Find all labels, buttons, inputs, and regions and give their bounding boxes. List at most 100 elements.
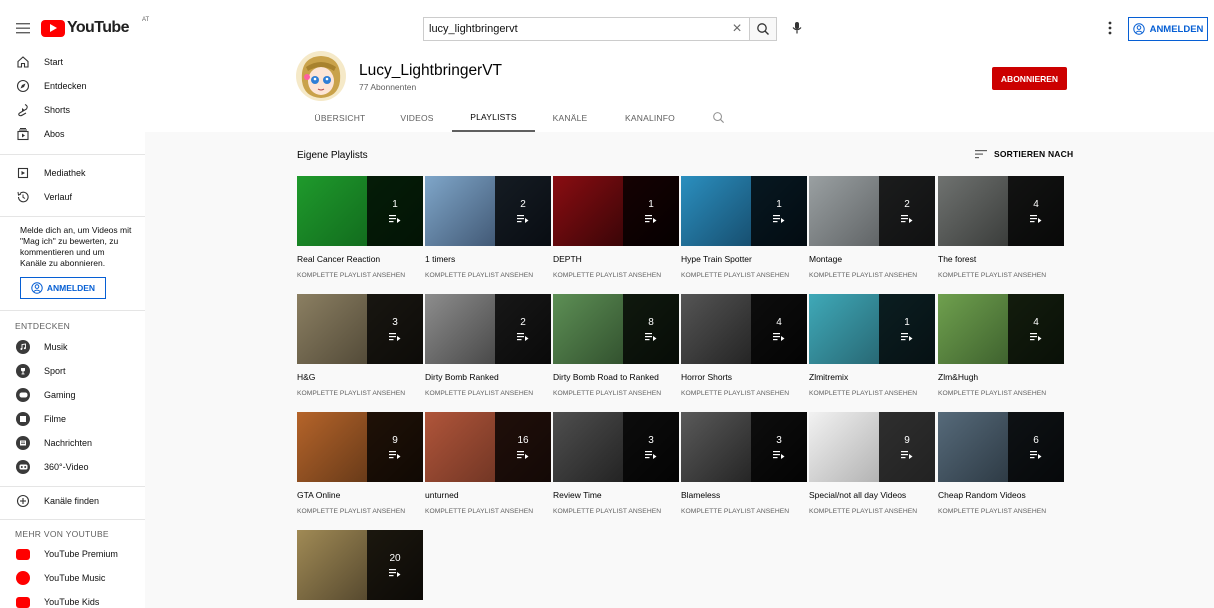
- playlist-card[interactable]: 9 GTA Online KOMPLETTE PLAYLIST ANSEHEN: [297, 412, 423, 515]
- playlist-title[interactable]: Blameless: [681, 490, 807, 500]
- subscribe-button[interactable]: ABONNIEREN: [992, 67, 1067, 90]
- playlist-card[interactable]: 9 Special/not all day Videos KOMPLETTE PLA…: [809, 412, 935, 515]
- search-input[interactable]: lucy_lightbringervt: [424, 23, 725, 35]
- playlist-title[interactable]: Dirty Bomb Road to Ranked: [553, 372, 679, 382]
- more-options-icon[interactable]: [1107, 20, 1113, 36]
- view-full-playlist-link[interactable]: KOMPLETTE PLAYLIST ANSEHEN: [553, 272, 679, 279]
- playlist-card[interactable]: 4 The forest KOMPLETTE PLAYLIST ANSEHEN: [938, 176, 1064, 279]
- tab-playlists[interactable]: PLAYLISTS: [452, 104, 535, 132]
- clear-icon[interactable]: ×: [725, 20, 749, 38]
- sidebar-item-youtube-premium[interactable]: YouTube Premium: [0, 543, 145, 565]
- playlist-card[interactable]: 1 Zlmitremix KOMPLETTE PLAYLIST ANSEHEN: [809, 294, 935, 397]
- playlist-card[interactable]: 3 H&G KOMPLETTE PLAYLIST ANSEHEN: [297, 294, 423, 397]
- playlist-card[interactable]: 1 Real Cancer Reaction KOMPLETTE PLAYLIST …: [297, 176, 423, 279]
- sidebar-item-news[interactable]: Nachrichten: [0, 432, 145, 454]
- playlist-title[interactable]: Hype Train Spotter: [681, 254, 807, 264]
- sidebar-item-360-video[interactable]: 360°-Video: [0, 456, 145, 478]
- playlist-card[interactable]: 20: [297, 530, 423, 600]
- view-full-playlist-link[interactable]: KOMPLETTE PLAYLIST ANSEHEN: [681, 272, 807, 279]
- playlist-title[interactable]: Special/not all day Videos: [809, 490, 935, 500]
- view-full-playlist-link[interactable]: KOMPLETTE PLAYLIST ANSEHEN: [553, 508, 679, 515]
- view-full-playlist-link[interactable]: KOMPLETTE PLAYLIST ANSEHEN: [809, 272, 935, 279]
- search-box[interactable]: lucy_lightbringervt ×: [423, 17, 749, 41]
- playlist-thumbnail[interactable]: 9: [809, 412, 935, 482]
- playlist-title[interactable]: Zlm&Hugh: [938, 372, 1064, 382]
- view-full-playlist-link[interactable]: KOMPLETTE PLAYLIST ANSEHEN: [425, 272, 551, 279]
- playlist-card[interactable]: 2 Dirty Bomb Ranked KOMPLETTE PLAYLIST ANS…: [425, 294, 551, 397]
- tab-channels[interactable]: KANÄLE: [538, 104, 602, 132]
- playlist-thumbnail[interactable]: 6: [938, 412, 1064, 482]
- playlist-card[interactable]: 3 Blameless KOMPLETTE PLAYLIST ANSEHEN: [681, 412, 807, 515]
- playlist-thumbnail[interactable]: 3: [681, 412, 807, 482]
- view-full-playlist-link[interactable]: KOMPLETTE PLAYLIST ANSEHEN: [425, 508, 551, 515]
- playlist-title[interactable]: Real Cancer Reaction: [297, 254, 423, 264]
- playlist-card[interactable]: 3 Review Time KOMPLETTE PLAYLIST ANSEHEN: [553, 412, 679, 515]
- playlist-thumbnail[interactable]: 1: [553, 176, 679, 246]
- sidebar-item-browse-channels[interactable]: Kanäle finden: [0, 490, 145, 512]
- search-button[interactable]: [749, 17, 777, 41]
- playlist-thumbnail[interactable]: 2: [809, 176, 935, 246]
- playlist-thumbnail[interactable]: 4: [938, 294, 1064, 364]
- playlist-title[interactable]: DEPTH: [553, 254, 679, 264]
- playlist-title[interactable]: The forest: [938, 254, 1064, 264]
- sidebar-item-explore[interactable]: Entdecken: [0, 75, 145, 97]
- playlist-thumbnail[interactable]: 16: [425, 412, 551, 482]
- playlist-title[interactable]: unturned: [425, 490, 551, 500]
- playlist-title[interactable]: H&G: [297, 372, 423, 382]
- menu-icon[interactable]: [14, 19, 32, 37]
- playlist-thumbnail[interactable]: 9: [297, 412, 423, 482]
- playlist-title[interactable]: Dirty Bomb Ranked: [425, 372, 551, 382]
- sidebar-item-music[interactable]: Musik: [0, 336, 145, 358]
- playlist-title[interactable]: Zlmitremix: [809, 372, 935, 382]
- playlist-title[interactable]: Review Time: [553, 490, 679, 500]
- sidebar-item-start[interactable]: Start: [0, 51, 145, 73]
- youtube-logo[interactable]: YouTube AT: [41, 17, 149, 37]
- view-full-playlist-link[interactable]: KOMPLETTE PLAYLIST ANSEHEN: [938, 508, 1064, 515]
- playlist-thumbnail[interactable]: 2: [425, 294, 551, 364]
- playlist-title[interactable]: Cheap Random Videos: [938, 490, 1064, 500]
- playlist-title[interactable]: GTA Online: [297, 490, 423, 500]
- sidebar-item-history[interactable]: Verlauf: [0, 186, 145, 208]
- view-full-playlist-link[interactable]: KOMPLETTE PLAYLIST ANSEHEN: [809, 390, 935, 397]
- playlist-title[interactable]: Montage: [809, 254, 935, 264]
- sidebar-signin-button[interactable]: ANMELDEN: [20, 277, 106, 299]
- tab-videos[interactable]: VIDEOS: [383, 104, 451, 132]
- playlist-thumbnail[interactable]: 8: [553, 294, 679, 364]
- playlist-card[interactable]: 6 Cheap Random Videos KOMPLETTE PLAYLIST A…: [938, 412, 1064, 515]
- sidebar-item-shorts[interactable]: Shorts: [0, 99, 145, 121]
- view-full-playlist-link[interactable]: KOMPLETTE PLAYLIST ANSEHEN: [938, 272, 1064, 279]
- playlist-thumbnail[interactable]: 4: [681, 294, 807, 364]
- channel-avatar[interactable]: [296, 51, 346, 101]
- sidebar-item-sport[interactable]: Sport: [0, 360, 145, 382]
- sidebar-item-films[interactable]: Filme: [0, 408, 145, 430]
- playlist-thumbnail[interactable]: 2: [425, 176, 551, 246]
- view-full-playlist-link[interactable]: KOMPLETTE PLAYLIST ANSEHEN: [809, 508, 935, 515]
- view-full-playlist-link[interactable]: KOMPLETTE PLAYLIST ANSEHEN: [425, 390, 551, 397]
- view-full-playlist-link[interactable]: KOMPLETTE PLAYLIST ANSEHEN: [297, 508, 423, 515]
- playlist-thumbnail[interactable]: 1: [809, 294, 935, 364]
- sidebar-item-library[interactable]: Mediathek: [0, 162, 145, 184]
- microphone-icon[interactable]: [790, 20, 804, 36]
- playlist-card[interactable]: 1 DEPTH KOMPLETTE PLAYLIST ANSEHEN: [553, 176, 679, 279]
- playlist-title[interactable]: Horror Shorts: [681, 372, 807, 382]
- playlist-card[interactable]: 16 unturned KOMPLETTE PLAYLIST ANSEHEN: [425, 412, 551, 515]
- playlist-card[interactable]: 2 Montage KOMPLETTE PLAYLIST ANSEHEN: [809, 176, 935, 279]
- playlist-thumbnail[interactable]: 4: [938, 176, 1064, 246]
- playlist-title[interactable]: 1 timers: [425, 254, 551, 264]
- sidebar-item-youtube-kids[interactable]: YouTube Kids: [0, 591, 145, 608]
- view-full-playlist-link[interactable]: KOMPLETTE PLAYLIST ANSEHEN: [553, 390, 679, 397]
- playlist-card[interactable]: 4 Horror Shorts KOMPLETTE PLAYLIST ANSEHEN: [681, 294, 807, 397]
- signin-button[interactable]: ANMELDEN: [1128, 17, 1208, 41]
- playlist-card[interactable]: 4 Zlm&Hugh KOMPLETTE PLAYLIST ANSEHEN: [938, 294, 1064, 397]
- view-full-playlist-link[interactable]: KOMPLETTE PLAYLIST ANSEHEN: [681, 390, 807, 397]
- sidebar-item-youtube-music[interactable]: YouTube Music: [0, 567, 145, 589]
- playlist-card[interactable]: 2 1 timers KOMPLETTE PLAYLIST ANSEHEN: [425, 176, 551, 279]
- playlist-thumbnail[interactable]: 1: [681, 176, 807, 246]
- playlist-card[interactable]: 8 Dirty Bomb Road to Ranked KOMPLETTE PLAY…: [553, 294, 679, 397]
- tab-about[interactable]: KANALINFO: [606, 104, 694, 132]
- channel-search-icon[interactable]: [712, 111, 725, 124]
- sidebar-item-subscriptions[interactable]: Abos: [0, 123, 145, 145]
- playlist-thumbnail[interactable]: 1: [297, 176, 423, 246]
- playlist-thumbnail[interactable]: 20: [297, 530, 423, 600]
- sidebar-item-gaming[interactable]: Gaming: [0, 384, 145, 406]
